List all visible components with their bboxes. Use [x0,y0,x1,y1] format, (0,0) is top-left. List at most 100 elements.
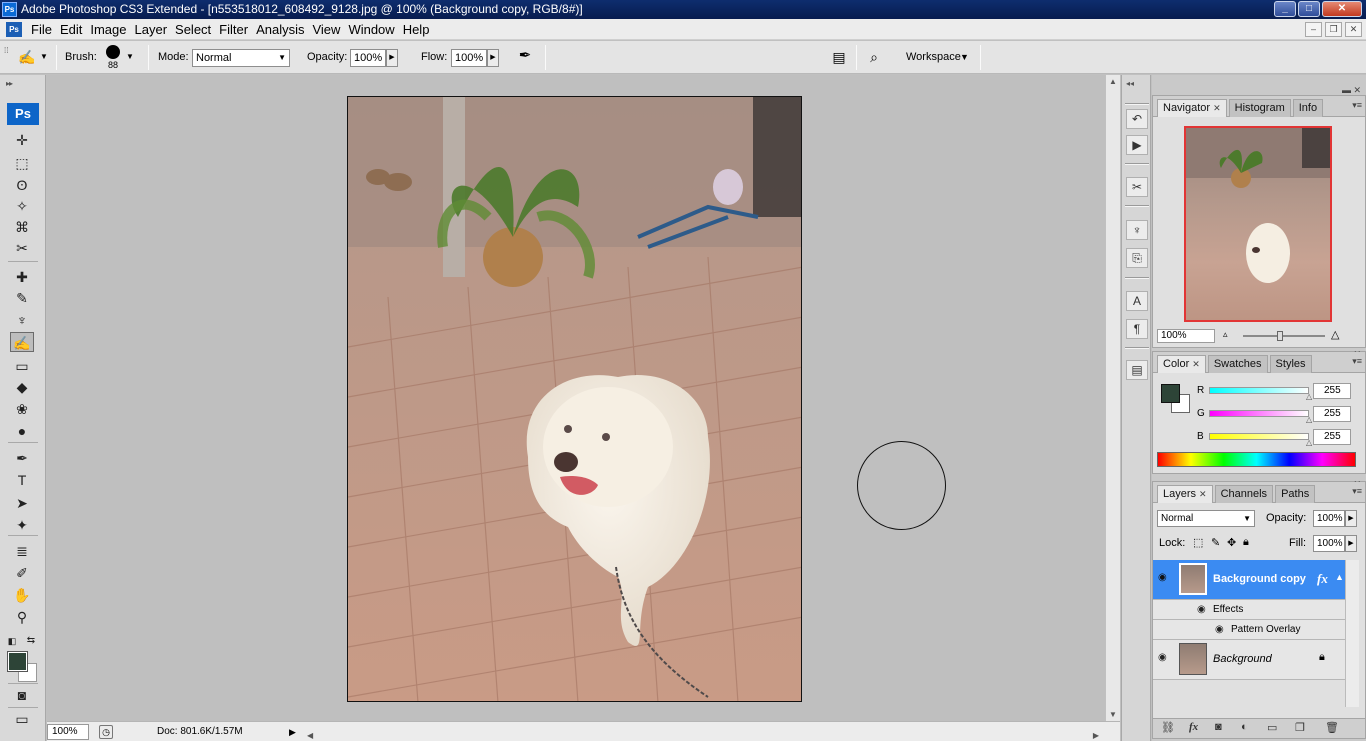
bridge-icon[interactable]: ⌕ [862,49,886,65]
slice-tool-icon[interactable]: ✂ [10,238,34,258]
lock-position-icon[interactable]: ✥ [1227,536,1236,549]
opacity-input[interactable]: 100% [350,49,386,67]
opacity-slider-button[interactable]: ▶ [386,49,398,67]
visibility-eye-icon[interactable]: ◉ [1158,652,1167,663]
mode-select[interactable]: Normal ▼ [192,49,290,67]
document-icon[interactable]: Ps [6,22,22,37]
notes-tool-icon[interactable]: ≣ [10,541,34,561]
scroll-up-icon[interactable]: ▲ [1109,77,1117,86]
eyedropper-tool-icon[interactable]: ✐ [10,563,34,583]
quick-mask-icon[interactable]: ◙ [10,685,34,705]
fill-input[interactable]: 100% [1313,535,1345,552]
zoom-in-icon[interactable]: △ [1331,328,1339,341]
clone-stamp-tool-icon[interactable]: ♆ [10,310,34,330]
blend-mode-select[interactable]: Normal ▼ [1157,510,1255,527]
crop-tool-icon[interactable]: ⌘ [10,217,34,237]
pen-tool-icon[interactable]: ✒ [10,448,34,468]
preset-dropdown-icon[interactable]: ▼ [40,49,48,65]
brush-tool-icon[interactable]: ✎ [10,288,34,308]
dock-expand-icon[interactable]: ◂◂ [1126,79,1134,88]
navigator-zoom-slider[interactable] [1243,335,1325,337]
doc-minimize-button[interactable]: – [1305,22,1322,37]
channel-slider-r[interactable] [1209,387,1309,394]
tab-paths[interactable]: Paths [1275,485,1316,503]
lock-transparency-icon[interactable]: ⬚ [1193,536,1203,549]
zoom-out-icon[interactable]: ▵ [1223,329,1228,340]
effects-row[interactable]: ◉ Effects [1153,600,1345,620]
layer-comps-icon[interactable]: ▤ [1126,360,1148,380]
menu-view[interactable]: View [312,19,348,40]
link-layers-icon[interactable]: ⛓ [1161,721,1175,734]
collapse-effects-icon[interactable]: ▲ [1335,572,1344,582]
close-tab-icon[interactable]: ✕ [1213,103,1221,113]
scroll-left-icon[interactable]: ◀ [307,726,313,741]
history-brush-preset-icon[interactable]: ✍ [16,49,38,65]
airbrush-icon[interactable]: ✒ [512,48,538,64]
channel-slider-b[interactable] [1209,433,1309,440]
actions-panel-icon[interactable]: ▶ [1126,135,1148,155]
brush-tip-icon[interactable] [106,45,120,59]
channel-value-r[interactable]: 255 [1313,383,1351,399]
layers-scrollbar[interactable] [1345,560,1359,707]
lock-pixels-icon[interactable]: ✎ [1211,536,1220,549]
adjustment-layer-icon[interactable]: ◐ [1241,721,1248,733]
healing-brush-tool-icon[interactable]: ✚ [10,267,34,287]
options-grip-icon[interactable]: ⁞⁞ [4,43,8,59]
workspace-button[interactable]: Workspace [906,51,961,63]
channel-value-g[interactable]: 255 [1313,406,1351,422]
canvas-area[interactable] [47,75,1105,721]
tab-color[interactable]: Color ✕ [1157,355,1206,373]
layer-opacity-input[interactable]: 100% [1313,510,1345,527]
horizontal-scrollbar[interactable]: ◀ ▶ [305,726,1101,741]
doc-restore-button[interactable]: ❐ [1325,22,1342,37]
history-panel-icon[interactable]: ↶ [1126,109,1148,129]
blur-tool-icon[interactable]: ❀ [10,399,34,419]
foreground-color-swatch[interactable] [7,651,28,672]
status-info-icon[interactable]: ◷ [99,725,113,739]
document-image[interactable] [347,96,802,702]
clone-source-icon[interactable]: ⎘ [1126,248,1148,268]
new-layer-icon[interactable]: ❐ [1295,721,1305,734]
type-tool-icon[interactable]: T [10,470,34,490]
navigator-thumbnail[interactable] [1184,126,1332,322]
panel-controls-icon[interactable]: ▬ ✕ [1342,85,1361,96]
visibility-eye-icon[interactable]: ◉ [1158,572,1167,583]
tab-info[interactable]: Info [1292,99,1324,117]
brushes-panel-icon[interactable]: ♆ [1126,220,1148,240]
color-foreground-swatch[interactable] [1161,384,1180,403]
vertical-scrollbar[interactable]: ▲ ▼ [1105,75,1120,721]
slider-handle-icon[interactable]: △ [1306,415,1312,424]
history-brush-tool-icon[interactable]: ✍ [10,332,34,352]
tab-styles[interactable]: Styles [1269,355,1312,373]
character-panel-icon[interactable]: A [1126,291,1148,311]
swap-colors-icon[interactable]: ⇆ [24,635,38,647]
minimize-button[interactable]: _ [1274,1,1296,17]
close-tab-icon[interactable]: ✕ [1199,489,1207,499]
doc-close-button[interactable]: ✕ [1345,22,1362,37]
path-selection-tool-icon[interactable]: ➤ [10,493,34,513]
panel-menu-icon[interactable]: ▾≡ [1352,356,1362,367]
color-spectrum-bar[interactable] [1157,452,1356,467]
menu-analysis[interactable]: Analysis [256,19,312,40]
panel-menu-icon[interactable]: ▾≡ [1352,486,1362,497]
paint-bucket-tool-icon[interactable]: ◆ [10,377,34,397]
menu-help[interactable]: Help [403,19,438,40]
panel-menu-icon[interactable]: ▾≡ [1352,100,1362,111]
tab-channels[interactable]: Channels [1214,485,1274,503]
new-group-icon[interactable]: ▭ [1267,721,1277,734]
screen-mode-icon[interactable]: ▭ [10,709,34,729]
status-menu-arrow-icon[interactable]: ▶ [289,722,296,741]
layer-effects-fx-icon[interactable]: fx [1317,571,1328,587]
fill-slider-button[interactable]: ▶ [1345,535,1357,552]
channel-slider-g[interactable] [1209,410,1309,417]
toolbox-logo[interactable]: Ps [7,103,39,125]
dodge-tool-icon[interactable]: ● [10,421,34,441]
layer-row-background[interactable]: ◉ Background 🔒︎ [1153,640,1345,680]
zoom-level-input[interactable]: 100% [47,724,89,740]
menu-image[interactable]: Image [90,19,134,40]
tab-histogram[interactable]: Histogram [1228,99,1291,117]
move-tool-icon[interactable]: ✛ [10,130,34,150]
flow-input[interactable]: 100% [451,49,487,67]
scroll-right-icon[interactable]: ▶ [1093,726,1099,741]
marquee-tool-icon[interactable]: ⬚ [10,153,34,173]
